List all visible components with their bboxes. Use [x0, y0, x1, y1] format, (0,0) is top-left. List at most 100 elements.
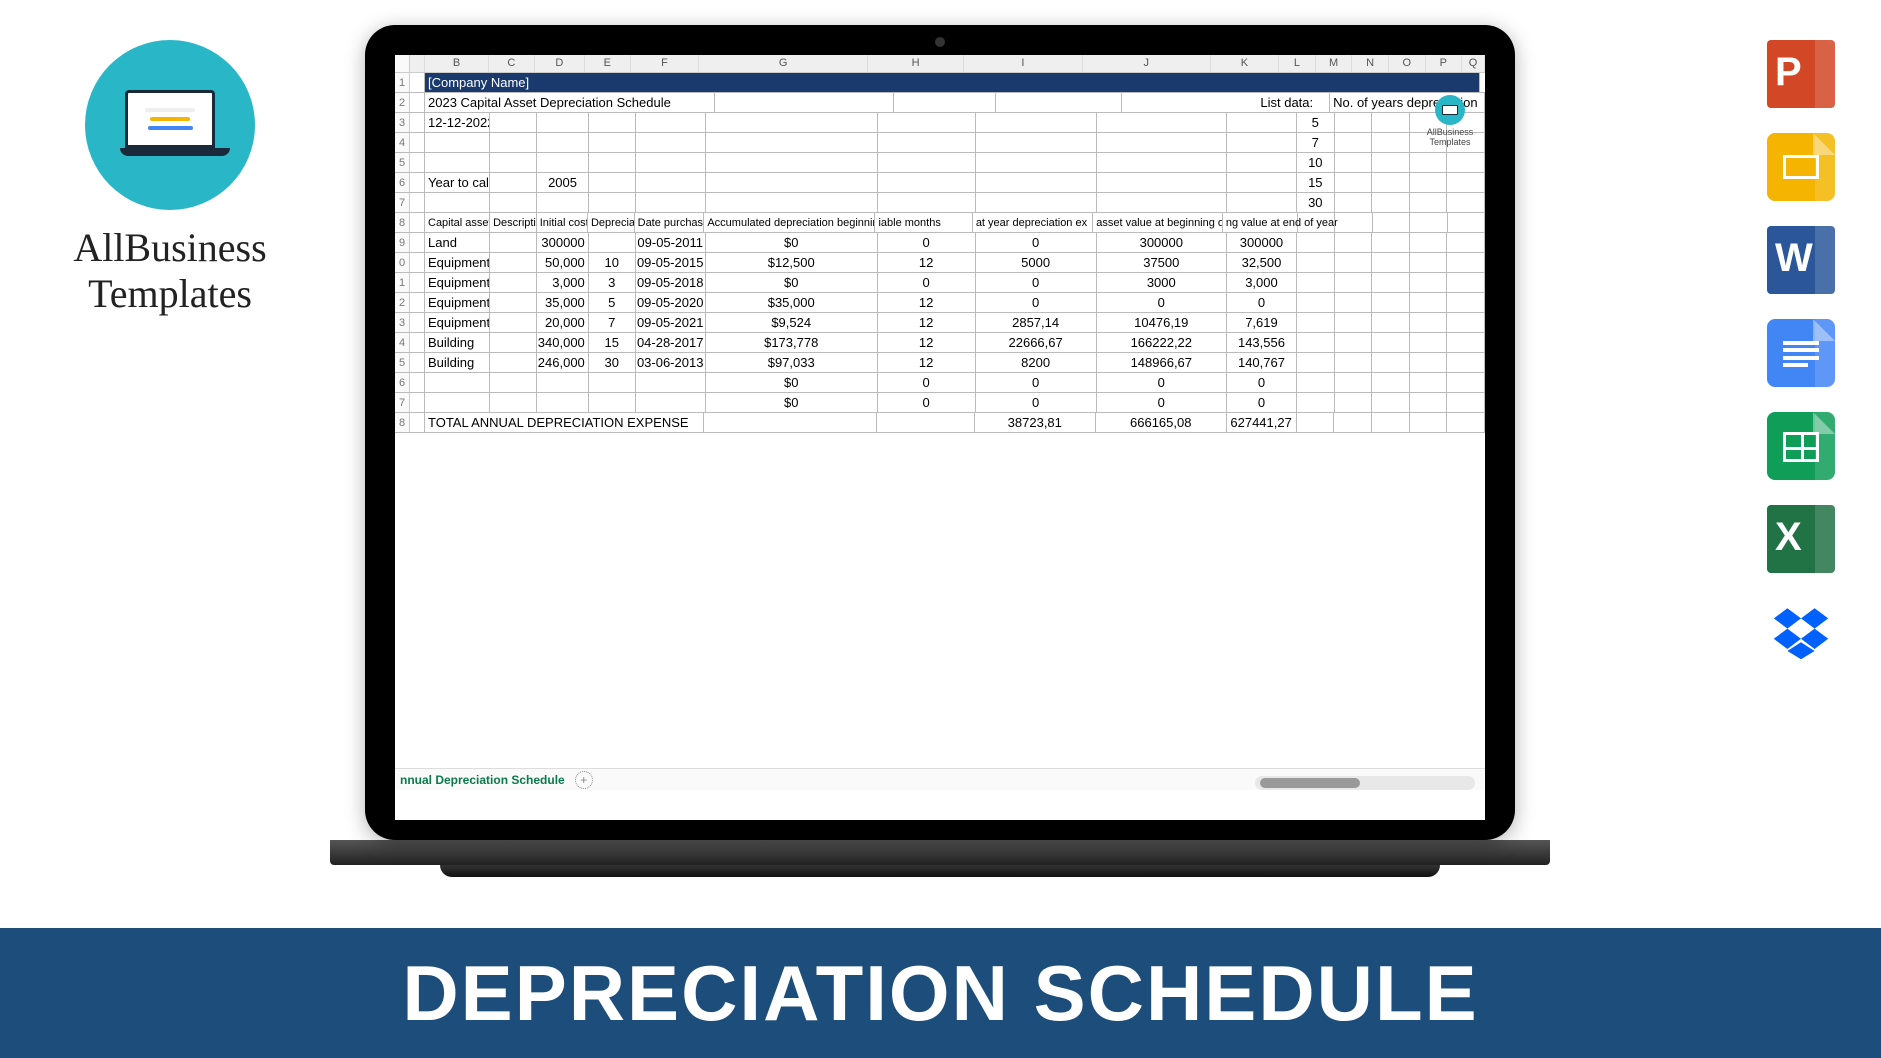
table-row[interactable]: 0Equipment50,0001009-05-2015$12,50012500…: [395, 253, 1485, 273]
cell-depr[interactable]: 30: [589, 353, 636, 372]
row-4[interactable]: 4 7: [395, 133, 1485, 153]
cell-months[interactable]: 12: [878, 333, 976, 352]
cell-begval[interactable]: 0: [1097, 393, 1227, 412]
cell-begval[interactable]: 37500: [1097, 253, 1227, 272]
cell-months[interactable]: 0: [878, 373, 976, 392]
year-15[interactable]: 15: [1297, 173, 1335, 192]
cell-months[interactable]: 0: [878, 233, 976, 252]
cell-endval[interactable]: 0: [1227, 373, 1297, 392]
cell-accum[interactable]: $0: [706, 233, 878, 252]
cell-months[interactable]: 12: [878, 313, 976, 332]
cell-desc[interactable]: [490, 333, 537, 352]
cell-desc[interactable]: [490, 313, 537, 332]
col-H[interactable]: H: [868, 55, 964, 72]
cell-months[interactable]: 0: [878, 273, 976, 292]
cell-cost[interactable]: [537, 373, 589, 392]
cell-accum[interactable]: $0: [706, 273, 878, 292]
cell-class[interactable]: Building: [425, 353, 490, 372]
year-5[interactable]: 5: [1297, 113, 1335, 132]
col-E[interactable]: E: [585, 55, 631, 72]
cell-months[interactable]: 12: [878, 293, 976, 312]
sheet-tab[interactable]: nnual Depreciation Schedule: [400, 773, 565, 787]
cell-endval[interactable]: 0: [1227, 293, 1297, 312]
cell-atyear[interactable]: 5000: [976, 253, 1097, 272]
google-sheets-icon[interactable]: [1767, 412, 1835, 480]
cell-class[interactable]: Building: [425, 333, 490, 352]
cell-accum[interactable]: $9,524: [706, 313, 878, 332]
cell-months[interactable]: 0: [878, 393, 976, 412]
cell-atyear[interactable]: 8200: [976, 353, 1097, 372]
row-6[interactable]: 6 Year to calculate 2005 15: [395, 173, 1485, 193]
cell-begval[interactable]: 166222,22: [1097, 333, 1227, 352]
cell-atyear[interactable]: 0: [976, 373, 1097, 392]
cell-desc[interactable]: [490, 233, 537, 252]
cell-begval[interactable]: 0: [1097, 373, 1227, 392]
col-M[interactable]: M: [1316, 55, 1353, 72]
cell-depr[interactable]: 3: [589, 273, 636, 292]
col-O[interactable]: O: [1389, 55, 1426, 72]
cell-cost[interactable]: [537, 393, 589, 412]
google-slides-icon[interactable]: [1767, 133, 1835, 201]
year-10[interactable]: 10: [1297, 153, 1335, 172]
cell-cost[interactable]: 50,000: [537, 253, 589, 272]
col-C[interactable]: C: [489, 55, 535, 72]
cell-cost[interactable]: 246,000: [537, 353, 589, 372]
row-5[interactable]: 5 10: [395, 153, 1485, 173]
col-P[interactable]: P: [1426, 55, 1463, 72]
cell-accum[interactable]: $97,033: [706, 353, 878, 372]
cell-accum[interactable]: $12,500: [706, 253, 878, 272]
cell-months[interactable]: 12: [878, 253, 976, 272]
google-docs-icon[interactable]: [1767, 319, 1835, 387]
cell-class[interactable]: Equipment: [425, 273, 490, 292]
cell-endval[interactable]: 3,000: [1227, 273, 1297, 292]
horizontal-scrollbar[interactable]: [1255, 776, 1475, 790]
cell-class[interactable]: [425, 373, 490, 392]
cell-cost[interactable]: 300000: [537, 233, 589, 252]
cell-accum[interactable]: $173,778: [706, 333, 878, 352]
col-F[interactable]: F: [631, 55, 700, 72]
cell-atyear[interactable]: 22666,67: [976, 333, 1097, 352]
cell-depr[interactable]: [589, 393, 636, 412]
cell-class[interactable]: [425, 393, 490, 412]
cell-months[interactable]: 12: [878, 353, 976, 372]
cell-cost[interactable]: 20,000: [537, 313, 589, 332]
cell-desc[interactable]: [490, 253, 537, 272]
year-value[interactable]: 2005: [537, 173, 589, 192]
cell-date[interactable]: 09-05-2011: [636, 233, 706, 252]
cell-endval[interactable]: 0: [1227, 393, 1297, 412]
cell-cost[interactable]: 3,000: [537, 273, 589, 292]
cell-endval[interactable]: 7,619: [1227, 313, 1297, 332]
row-8-headers[interactable]: 8 Capital asset classi Description Initi…: [395, 213, 1485, 233]
cell-endval[interactable]: 32,500: [1227, 253, 1297, 272]
cell-depr[interactable]: [589, 233, 636, 252]
cell-atyear[interactable]: 0: [976, 293, 1097, 312]
cell-depr[interactable]: 5: [589, 293, 636, 312]
col-G[interactable]: G: [699, 55, 868, 72]
cell-atyear[interactable]: 0: [976, 233, 1097, 252]
col-N[interactable]: N: [1352, 55, 1389, 72]
row-total[interactable]: 8 TOTAL ANNUAL DEPRECIATION EXPENSE 3872…: [395, 413, 1485, 433]
powerpoint-icon[interactable]: P: [1767, 40, 1835, 108]
col-Q[interactable]: Q: [1462, 55, 1485, 72]
row-1[interactable]: 1 [Company Name]: [395, 73, 1485, 93]
row-2[interactable]: 2 2023 Capital Asset Depreciation Schedu…: [395, 93, 1485, 113]
cell-accum[interactable]: $0: [706, 393, 878, 412]
cell-atyear[interactable]: 0: [976, 273, 1097, 292]
cell-accum[interactable]: $0: [706, 373, 878, 392]
table-row[interactable]: 3Equipment20,000709-05-2021$9,524122857,…: [395, 313, 1485, 333]
col-J[interactable]: J: [1083, 55, 1211, 72]
cell-date[interactable]: 03-06-2013: [636, 353, 706, 372]
cell-class[interactable]: Equipment: [425, 313, 490, 332]
col-B[interactable]: B: [425, 55, 489, 72]
year-7[interactable]: 7: [1297, 133, 1335, 152]
cell-date[interactable]: 09-05-2018: [636, 273, 706, 292]
cell-date[interactable]: 09-05-2021: [636, 313, 706, 332]
cell-accum[interactable]: $35,000: [706, 293, 878, 312]
date-cell[interactable]: 12-12-2022: [425, 113, 490, 132]
col-D[interactable]: D: [535, 55, 585, 72]
cell-cost[interactable]: 340,000: [537, 333, 589, 352]
year-30[interactable]: 30: [1297, 193, 1335, 212]
cell-date[interactable]: 04-28-2017: [636, 333, 706, 352]
cell-begval[interactable]: 10476,19: [1097, 313, 1227, 332]
cell-endval[interactable]: 143,556: [1227, 333, 1297, 352]
